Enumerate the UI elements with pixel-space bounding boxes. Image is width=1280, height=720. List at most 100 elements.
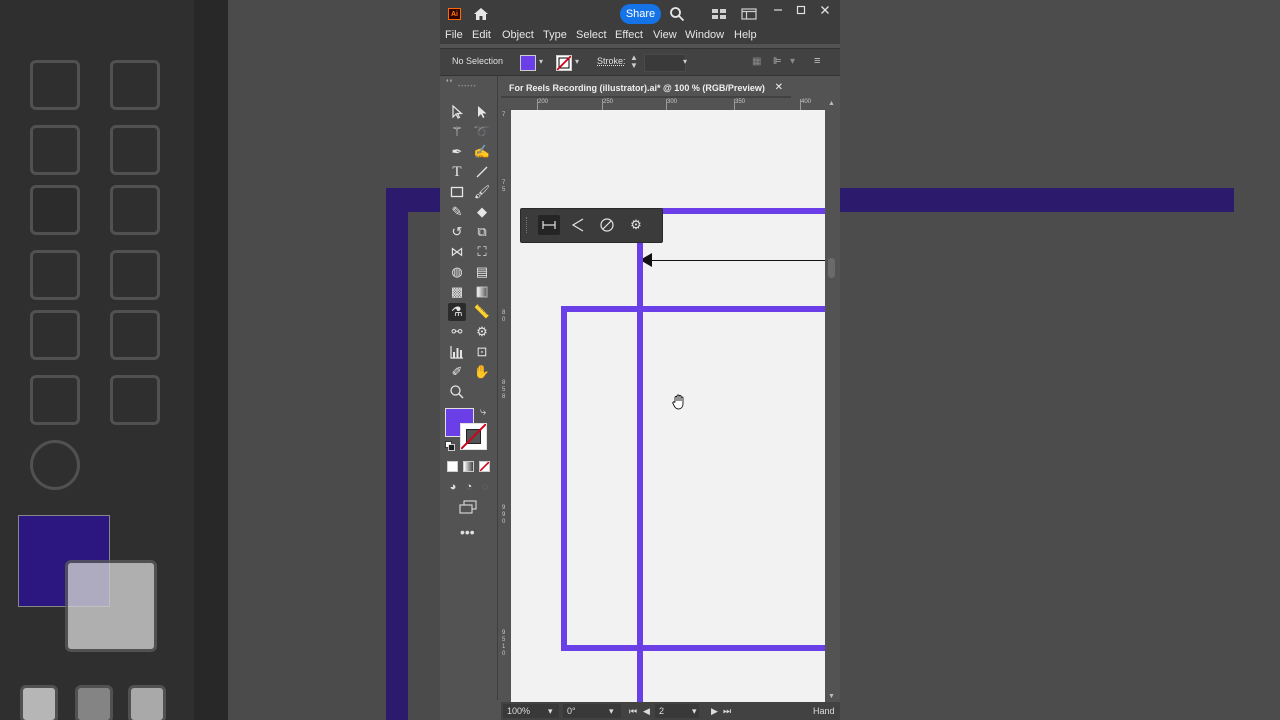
vertical-scrollbar[interactable]: ▲ ▼ [825,98,838,702]
curvature-tool-icon[interactable]: ✍ [473,143,491,161]
pen-tool-icon[interactable]: ✒ [448,143,466,161]
scroll-down-icon[interactable]: ▼ [828,693,835,700]
zoom-tool-icon[interactable] [448,383,466,401]
menu-type[interactable]: Type [543,28,567,42]
line-tool-icon[interactable] [473,163,491,181]
dimension-line[interactable] [640,260,825,261]
zoom-value[interactable]: 100% [507,706,530,716]
magic-wand-tool-icon[interactable]: ⚚ [448,123,466,141]
shape-builder-tool-icon[interactable]: ◍ [448,263,466,281]
artboard-number[interactable]: 2 [659,706,664,716]
purple-rectangle-left[interactable] [561,306,567,651]
clear-measurement-icon[interactable] [596,215,618,235]
stroke-color-box[interactable] [460,423,487,450]
lasso-tool-icon[interactable]: ➰ [473,123,491,141]
artboard-tool-icon[interactable]: ⊡ [473,343,491,361]
type-tool-icon[interactable]: T [448,163,466,181]
purple-stroke-vertical[interactable] [637,208,643,702]
chevron-down-icon[interactable]: ▾ [683,57,687,66]
stroke-color-swatch[interactable] [556,55,572,71]
purple-rectangle-top[interactable] [561,306,825,312]
measure-tool-icon[interactable]: 📏 [473,303,491,321]
next-artboard-icon[interactable]: ▶ [711,706,718,717]
perspective-grid-tool-icon[interactable]: ▤ [473,263,491,281]
screen-mode-icon[interactable] [458,500,478,514]
draw-inside-icon[interactable]: ◌ [478,480,492,494]
align-grid-icon[interactable]: ▦ [752,56,761,67]
rectangle-tool-icon[interactable] [448,183,466,201]
column-graph-tool-icon[interactable] [448,343,466,361]
angle-icon[interactable] [567,215,589,235]
stroke-weight-field[interactable] [644,54,686,72]
maximize-icon[interactable] [795,4,807,16]
slice-tool-icon[interactable]: ✐ [448,363,466,381]
arrange-documents-icon[interactable] [711,8,727,20]
chevron-down-icon[interactable]: ▾ [609,706,614,717]
panel-drag-handle[interactable]: •••••• [458,84,477,90]
width-tool-icon[interactable]: ⋈ [448,243,466,261]
eyedropper-tool-icon[interactable]: ⚗ [448,303,466,321]
selection-tool-icon[interactable] [448,103,466,121]
draw-behind-icon[interactable]: ◔ [462,480,476,494]
close-window-icon[interactable] [819,4,831,16]
ruler-origin[interactable] [501,98,511,110]
align-left-icon[interactable]: ⊫ [773,56,782,67]
purple-rectangle-bottom[interactable] [561,645,825,651]
paintbrush-tool-icon[interactable]: 🖌 [473,183,491,201]
edit-toolbar-more-icon[interactable]: ••• [460,524,475,540]
chevron-down-icon[interactable]: ▾ [790,56,795,67]
artboard-canvas[interactable] [511,110,825,702]
share-button[interactable]: Share [620,4,661,24]
settings-gear-icon[interactable]: ⚙ [625,215,647,235]
none-mode-button[interactable] [479,461,490,472]
blend-tool-icon[interactable]: ⚯ [448,323,466,341]
menu-window[interactable]: Window [685,28,724,42]
previous-artboard-icon[interactable]: ◀ [643,706,650,717]
hand-tool-icon[interactable]: ✋ [473,363,491,381]
toolbar-grip[interactable] [526,217,529,233]
chevron-down-icon[interactable]: ▾ [692,706,697,717]
color-mode-button[interactable] [447,461,458,472]
search-icon[interactable] [669,6,685,22]
eraser-tool-icon[interactable]: ◆ [473,203,491,221]
menu-object[interactable]: Object [502,28,534,42]
direct-selection-tool-icon[interactable] [473,103,491,121]
fill-color-swatch[interactable] [520,55,536,71]
menu-select[interactable]: Select [576,28,607,42]
menu-effect[interactable]: Effect [615,28,643,42]
menu-view[interactable]: View [653,28,677,42]
minimize-icon[interactable] [772,4,784,16]
workspace-panel-icon[interactable] [741,8,757,20]
chevron-down-icon[interactable]: ▾ [575,57,579,66]
default-fill-stroke-icon[interactable] [445,441,455,451]
rotation-value[interactable]: 0° [567,706,576,716]
purple-stroke-top[interactable] [661,208,825,214]
first-artboard-icon[interactable]: ⏮ [629,706,637,717]
scale-tool-icon[interactable]: ⧉ [473,223,491,241]
panel-grip-icon[interactable]: ❛❛ [446,78,453,87]
draw-normal-icon[interactable]: ◕ [446,480,460,494]
menu-help[interactable]: Help [734,28,757,42]
measure-distance-icon[interactable] [538,215,560,235]
gradient-mode-button[interactable] [463,461,474,472]
chevron-down-icon[interactable]: ▾ [548,706,553,717]
home-icon[interactable] [473,7,489,21]
menu-file[interactable]: File [445,28,463,42]
free-transform-tool-icon[interactable]: ⛶ [473,243,491,261]
document-tab[interactable]: For Reels Recording (illustrator).ai* @ … [501,78,791,98]
scroll-up-icon[interactable]: ▲ [828,100,835,107]
scrollbar-thumb[interactable] [828,258,835,278]
shaper-tool-icon[interactable]: ✎ [448,203,466,221]
menu-edit[interactable]: Edit [472,28,491,42]
swap-fill-stroke-icon[interactable]: ⤷ [480,406,486,419]
chevron-down-icon[interactable]: ▾ [539,57,543,66]
mesh-tool-icon[interactable]: ▩ [448,283,466,301]
last-artboard-icon[interactable]: ⏭ [723,706,731,717]
symbol-sprayer-tool-icon[interactable]: ⚙ [473,323,491,341]
control-bar-menu-icon[interactable]: ≡ [814,55,820,67]
gradient-tool-icon[interactable] [473,283,491,301]
stroke-label[interactable]: Stroke: [597,56,626,66]
rotate-tool-icon[interactable]: ↺ [448,223,466,241]
close-document-icon[interactable]: ✕ [775,78,783,98]
stroke-stepper-icon[interactable]: ▲ ▼ [630,54,638,70]
